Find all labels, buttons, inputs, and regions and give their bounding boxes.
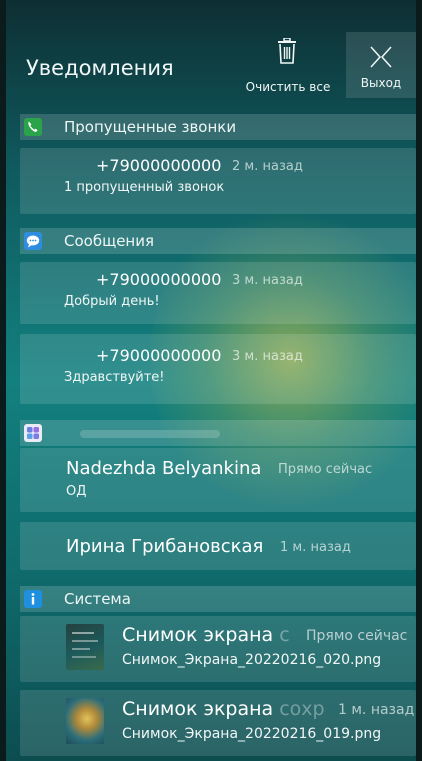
page-title: Уведомления (26, 56, 174, 80)
file-name: Снимок_Экрана_20220216_019.png (122, 726, 382, 742)
sender-number: +79000000000 (96, 346, 222, 365)
close-icon (370, 46, 392, 68)
notification-body: 1 пропущенный звонок (64, 180, 225, 195)
sender-name: Ирина Грибановская (66, 536, 264, 557)
notification-card[interactable]: Снимок экрана с Прямо сейчас Снимок_Экра… (20, 616, 416, 682)
notification-time: 3 м. назад (232, 349, 303, 364)
screenshot-thumbnail (66, 698, 104, 744)
info-icon (24, 590, 42, 608)
sender-name: Nadezhda Belyankina (66, 458, 262, 479)
section-label: Пропущенные звонки (64, 118, 237, 136)
notification-time: Прямо сейчас (278, 462, 373, 477)
exit-button[interactable]: Выход (346, 32, 416, 98)
notification-card[interactable]: +79000000000 3 м. назад Добрый день! (20, 262, 416, 324)
notification-card[interactable]: Ирина Грибановская 1 м. назад (20, 522, 416, 570)
notification-time: 2 м. назад (232, 159, 303, 174)
clear-all-button[interactable]: Очистить все (232, 38, 344, 98)
sender-number: +79000000000 (96, 270, 222, 289)
notification-time: 1 м. назад (280, 540, 351, 555)
notification-card[interactable]: Nadezhda Belyankina Прямо сейчас ОД (20, 448, 416, 512)
screen-frame-right (416, 0, 422, 761)
section-label: Сообщения (64, 232, 155, 250)
notification-card[interactable]: +79000000000 2 м. назад 1 пропущенный зв… (20, 148, 416, 214)
caller-number: +79000000000 (96, 156, 222, 175)
blurred-app-name (80, 430, 220, 438)
trash-icon (278, 38, 296, 64)
chat-bubble-icon (24, 232, 42, 250)
notification-time: 3 м. назад (232, 273, 303, 288)
notification-card[interactable]: +79000000000 3 м. назад Здравствуйте! (20, 334, 416, 404)
section-system[interactable]: Система (20, 586, 416, 612)
screenshot-title: Снимок экрана сохр (122, 698, 325, 720)
message-preview: Добрый день! (64, 294, 160, 309)
notification-header: Уведомления Очистить все Выход (6, 28, 416, 102)
section-missed-calls[interactable]: Пропущенные звонки (20, 114, 416, 140)
section-messages[interactable]: Сообщения (20, 228, 416, 254)
clear-all-label: Очистить все (245, 80, 331, 94)
notification-time: 1 м. назад (338, 702, 415, 718)
message-preview: Здравствуйте! (64, 370, 165, 385)
section-app[interactable] (20, 420, 416, 446)
screen-frame-left (0, 0, 6, 761)
phone-icon (24, 118, 42, 136)
notification-time: Прямо сейчас (306, 628, 408, 644)
file-name: Снимок_Экрана_20220216_020.png (122, 652, 382, 668)
section-label: Система (64, 590, 131, 608)
screenshot-thumbnail (66, 624, 104, 670)
screenshot-title: Снимок экрана с (122, 624, 290, 646)
message-preview: ОД (66, 484, 87, 499)
app-grid-icon (24, 424, 42, 442)
notification-card[interactable]: Снимок экрана сохр 1 м. назад Снимок_Экр… (20, 690, 416, 756)
exit-label: Выход (360, 76, 402, 90)
